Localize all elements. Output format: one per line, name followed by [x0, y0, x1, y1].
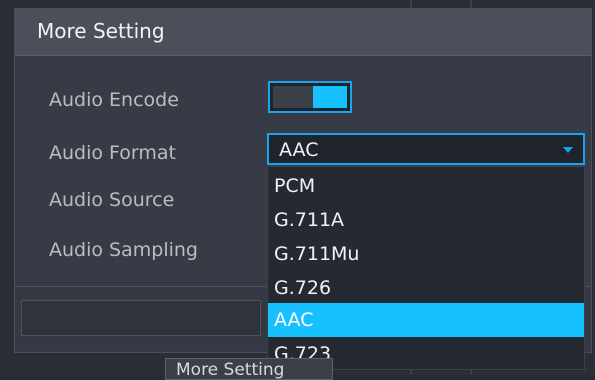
audio-format-value: AAC	[279, 139, 319, 161]
footer-field-left	[21, 300, 261, 336]
option-aac[interactable]: AAC	[268, 303, 584, 337]
background-tab-label: More Setting	[176, 360, 285, 380]
toggle-on-segment	[313, 86, 347, 108]
dialog-header: More Setting	[15, 9, 591, 56]
audio-encode-toggle[interactable]	[268, 81, 352, 113]
option-g711a[interactable]: G.711A	[268, 203, 584, 237]
dialog-title: More Setting	[37, 19, 165, 43]
audio-sampling-label: Audio Sampling	[49, 239, 198, 261]
audio-encode-label: Audio Encode	[49, 89, 179, 111]
audio-format-label: Audio Format	[49, 142, 176, 164]
background-tab-more-setting[interactable]: More Setting	[165, 358, 333, 380]
audio-format-dropdown-list: PCM G.711A G.711Mu G.726 AAC G.723	[267, 166, 585, 370]
option-pcm[interactable]: PCM	[268, 169, 584, 203]
audio-format-select[interactable]: AAC	[267, 133, 585, 165]
option-g711mu[interactable]: G.711Mu	[268, 237, 584, 271]
toggle-off-segment	[273, 86, 313, 108]
audio-source-label: Audio Source	[49, 189, 175, 211]
option-g726[interactable]: G.726	[268, 271, 584, 305]
chevron-down-icon	[563, 147, 573, 153]
